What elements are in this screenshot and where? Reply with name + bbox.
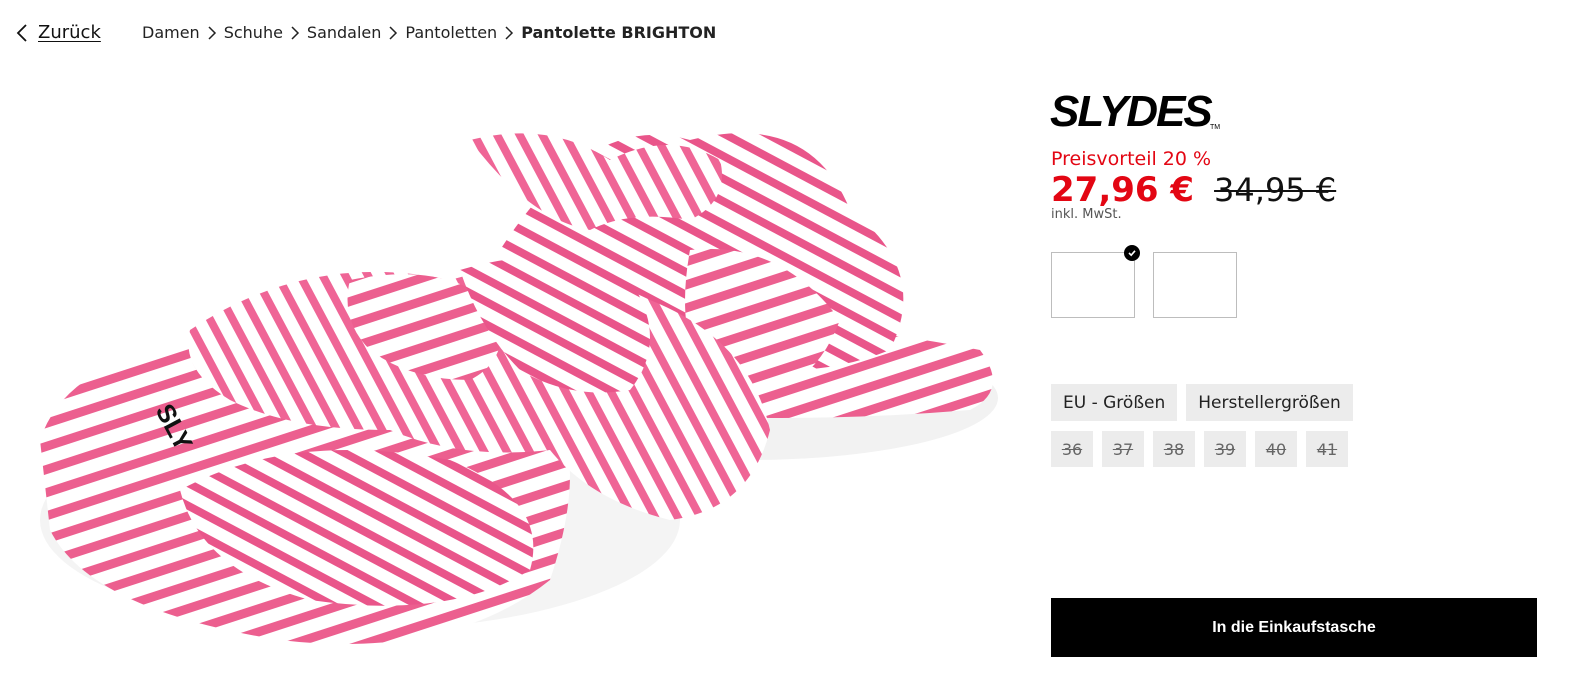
discount-label: Preisvorteil 20 % <box>1051 148 1212 170</box>
size-option-39[interactable]: 39 <box>1204 431 1246 467</box>
breadcrumb-item-damen[interactable]: Damen <box>142 23 200 42</box>
size-option-38[interactable]: 38 <box>1153 431 1195 467</box>
product-image[interactable]: SLY <box>30 100 1010 695</box>
svg-text:SLYDES: SLYDES <box>1050 87 1212 132</box>
color-swatch-2[interactable] <box>1153 252 1237 318</box>
size-option-40[interactable]: 40 <box>1255 431 1297 467</box>
breadcrumb-item-sandalen[interactable]: Sandalen <box>307 23 382 42</box>
add-to-cart-button[interactable]: In die Einkaufstasche <box>1051 598 1537 657</box>
breadcrumb-item-pantoletten[interactable]: Pantoletten <box>405 23 497 42</box>
size-system-tabs: EU - Größen Herstellergrößen <box>1051 384 1353 421</box>
color-swatches <box>1051 245 1237 318</box>
size-option-37[interactable]: 37 <box>1102 431 1144 467</box>
size-option-41[interactable]: 41 <box>1306 431 1348 467</box>
tab-manufacturer-sizes[interactable]: Herstellergrößen <box>1186 384 1353 421</box>
tab-eu-sizes[interactable]: EU - Größen <box>1051 384 1178 421</box>
chevron-right-icon <box>389 25 398 40</box>
breadcrumb: Damen Schuhe Sandalen Pantoletten Pantol… <box>142 23 716 42</box>
striped-slide-sandal-illustration: SLY <box>40 133 998 644</box>
breadcrumb-item-schuhe[interactable]: Schuhe <box>224 23 283 42</box>
tax-note: inkl. MwSt. <box>1051 207 1122 222</box>
color-swatch-1[interactable] <box>1051 245 1140 318</box>
breadcrumb-current: Pantolette BRIGHTON <box>521 23 717 42</box>
price-row: 27,96 € 34,95 € <box>1051 170 1336 210</box>
chevron-right-icon <box>505 25 514 40</box>
chevron-left-icon <box>16 23 27 42</box>
checkmark-icon <box>1124 245 1140 261</box>
back-link[interactable]: Zurück <box>16 22 101 43</box>
svg-text:TM: TM <box>1210 124 1220 131</box>
brand-logo[interactable]: SLYDES TM <box>1050 86 1230 132</box>
chevron-right-icon <box>208 25 216 40</box>
chevron-right-icon <box>291 25 299 40</box>
price-old: 34,95 € <box>1214 171 1337 209</box>
back-label: Zurück <box>38 22 101 43</box>
price-current: 27,96 € <box>1051 170 1195 210</box>
size-options: 36 37 38 39 40 41 <box>1051 431 1348 467</box>
size-option-36[interactable]: 36 <box>1051 431 1093 467</box>
